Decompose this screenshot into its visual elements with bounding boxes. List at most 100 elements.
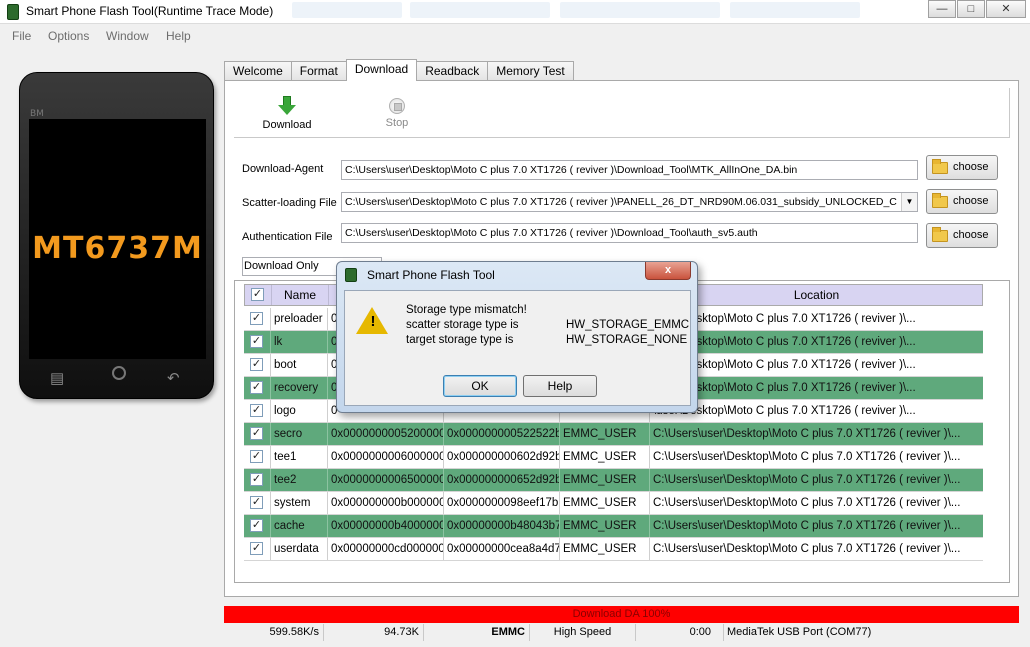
cell-end-address: 0x0000000098eef17b [444, 492, 560, 514]
cell-location: C:\Users\user\Desktop\Moto C plus 7.0 XT… [653, 451, 961, 463]
dialog-close-button[interactable]: x [645, 262, 691, 280]
cell-name: boot [271, 354, 328, 376]
status-size: 94.73K [324, 624, 424, 641]
row-checkbox[interactable]: ✓ [250, 335, 263, 348]
choose-label: choose [953, 195, 989, 207]
app-icon [7, 4, 19, 20]
row-checkbox[interactable]: ✓ [250, 427, 263, 440]
maximize-button[interactable]: □ [957, 0, 985, 18]
home-key-icon [112, 366, 126, 380]
cell-name: secro [271, 423, 328, 445]
cell-name: cache [271, 515, 328, 537]
choose-download-agent-button[interactable]: choose [926, 155, 998, 180]
tab-welcome[interactable]: Welcome [224, 61, 292, 81]
cell-checkbox: ✓ [244, 331, 271, 353]
stop-icon [389, 98, 405, 114]
tab-bar: Welcome Format Download Readback Memory … [224, 59, 574, 81]
select-all-checkbox[interactable]: ✓ [251, 288, 264, 301]
cell-begin-address: 0x0000000006500000 [328, 469, 444, 491]
cell-end-address: 0x00000000cea8a4d7 [444, 538, 560, 560]
table-row[interactable]: ✓ tee2 0x0000000006500000 0x000000000652d92… [244, 469, 983, 492]
folder-icon [932, 227, 948, 242]
tab-readback[interactable]: Readback [416, 61, 489, 81]
app-icon [345, 268, 357, 282]
menu-key-icon: ▤ [50, 370, 65, 387]
row-checkbox[interactable]: ✓ [250, 542, 263, 555]
cell-name: lk [271, 331, 328, 353]
table-row[interactable]: ✓ secro 0x0000000005200000 0x00000000052252… [244, 423, 983, 446]
tab-memory-test[interactable]: Memory Test [487, 61, 574, 81]
download-button[interactable]: Download [262, 96, 312, 131]
auth-file-label: Authentication File [242, 231, 333, 243]
row-checkbox[interactable]: ✓ [250, 473, 263, 486]
row-checkbox[interactable]: ✓ [250, 404, 263, 417]
minimize-button[interactable]: — [928, 0, 956, 18]
background-taskbar-blur [292, 2, 402, 18]
menu-file[interactable]: File [12, 29, 31, 43]
dialog-target-value: HW_STORAGE_NONE [566, 334, 688, 346]
choose-auth-file-button[interactable]: choose [926, 223, 998, 248]
cell-checkbox: ✓ [244, 377, 271, 399]
menu-window[interactable]: Window [106, 29, 149, 43]
ok-button[interactable]: OK [443, 375, 517, 397]
column-header-location[interactable]: Location [651, 285, 982, 305]
cell-begin-address: 0x00000000cd000000 [328, 538, 444, 560]
cell-name: tee2 [271, 469, 328, 491]
table-row[interactable]: ✓ userdata 0x00000000cd000000 0x00000000cea… [244, 538, 983, 561]
dialog-scatter-value: HW_STORAGE_EMMC [566, 319, 690, 331]
menu-options[interactable]: Options [48, 29, 89, 43]
dialog-body: ! Storage type mismatch! scatter storage… [344, 290, 691, 406]
cell-checkbox: ✓ [244, 492, 271, 514]
cell-name: tee1 [271, 446, 328, 468]
row-checkbox[interactable]: ✓ [250, 358, 263, 371]
auth-file-field[interactable]: C:\Users\user\Desktop\Moto C plus 7.0 XT… [341, 223, 918, 243]
cell-checkbox: ✓ [244, 538, 271, 560]
phone-illustration: BM MT6737M ▤ ↶ [19, 72, 214, 399]
cell-region: EMMC_USER [560, 469, 650, 491]
cell-region: EMMC_USER [560, 538, 650, 560]
menu-help[interactable]: Help [166, 29, 191, 43]
cell-location: C:\Users\user\Desktop\Moto C plus 7.0 XT… [653, 497, 961, 509]
action-toolbar: Download Stop [234, 88, 1010, 138]
stop-label: Stop [385, 117, 409, 129]
table-row[interactable]: ✓ system 0x000000000b000000 0x0000000098eef… [244, 492, 983, 515]
dialog-scatter-label: scatter storage type is [406, 319, 519, 331]
menu-bar: File Options Window Help [0, 26, 1030, 46]
row-checkbox[interactable]: ✓ [250, 312, 263, 325]
dialog-title: Smart Phone Flash Tool [367, 268, 495, 282]
scatter-file-combo[interactable]: C:\Users\user\Desktop\Moto C plus 7.0 XT… [341, 192, 918, 212]
column-header-name[interactable]: Name [272, 285, 329, 305]
choose-scatter-file-button[interactable]: choose [926, 189, 998, 214]
table-row[interactable]: ✓ tee1 0x0000000006000000 0x000000000602d92… [244, 446, 983, 469]
stop-button[interactable]: Stop [382, 96, 412, 129]
cell-name: recovery [271, 377, 328, 399]
download-label: Download [262, 119, 312, 131]
choose-label: choose [953, 161, 989, 173]
cell-location: \user\Desktop\Moto C plus 7.0 XT1726 ( r… [653, 336, 916, 348]
row-checkbox[interactable]: ✓ [250, 450, 263, 463]
folder-icon [932, 159, 948, 174]
cell-begin-address: 0x00000000b4000000 [328, 515, 444, 537]
help-button[interactable]: Help [523, 375, 597, 397]
scatter-file-value: C:\Users\user\Desktop\Moto C plus 7.0 XT… [345, 196, 897, 208]
row-checkbox[interactable]: ✓ [250, 519, 263, 532]
close-button[interactable]: ✕ [986, 0, 1026, 18]
row-checkbox[interactable]: ✓ [250, 496, 263, 509]
tab-download[interactable]: Download [345, 59, 418, 81]
cell-location: \user\Desktop\Moto C plus 7.0 XT1726 ( r… [653, 405, 916, 417]
chevron-down-icon[interactable]: ▼ [901, 193, 917, 211]
status-storage: EMMC [424, 624, 530, 641]
cell-name: userdata [271, 538, 328, 560]
cell-location: \user\Desktop\Moto C plus 7.0 XT1726 ( r… [653, 313, 916, 325]
status-time: 0:00 [636, 624, 724, 641]
cell-location: C:\Users\user\Desktop\Moto C plus 7.0 XT… [653, 543, 961, 555]
table-row[interactable]: ✓ cache 0x00000000b4000000 0x00000000b48043… [244, 515, 983, 538]
header-checkbox-cell: ✓ [245, 285, 272, 305]
row-checkbox[interactable]: ✓ [250, 381, 263, 394]
cell-checkbox: ✓ [244, 423, 271, 445]
tab-format[interactable]: Format [290, 61, 347, 81]
cell-checkbox: ✓ [244, 515, 271, 537]
cell-begin-address: 0x0000000005200000 [328, 423, 444, 445]
status-bar: 599.58K/s 94.73K EMMC High Speed 0:00 Me… [224, 624, 1019, 641]
download-agent-field[interactable]: C:\Users\user\Desktop\Moto C plus 7.0 XT… [341, 160, 918, 180]
